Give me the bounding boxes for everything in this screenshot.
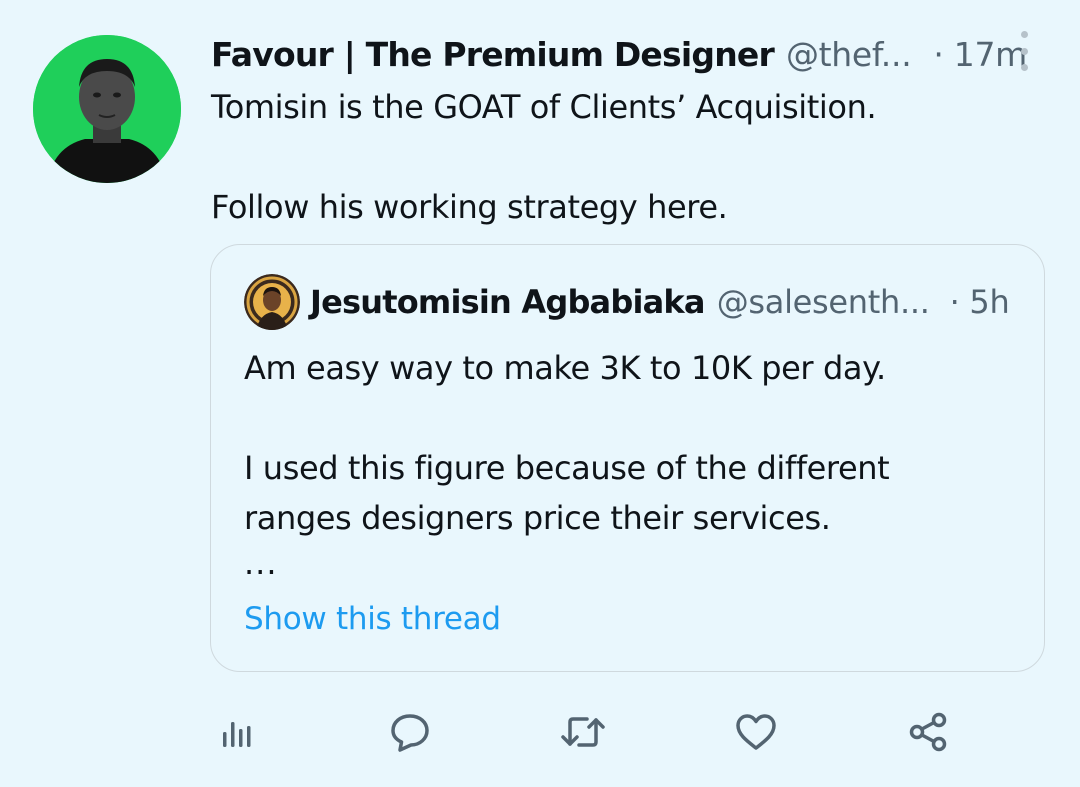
quoted-author-avatar[interactable] xyxy=(244,274,300,330)
tweet[interactable]: Favour | The Premium Designer @thef... ·… xyxy=(0,0,1080,787)
more-dot xyxy=(1020,31,1028,38)
share-icon xyxy=(909,712,947,752)
more-dot xyxy=(1020,64,1028,71)
quoted-tweet-text: Am easy way to make 3K to 10K per day. I… xyxy=(244,343,1024,583)
retweet-button[interactable] xyxy=(551,700,615,764)
retweet-icon xyxy=(561,717,605,747)
quoted-text-line: ranges designers price their services. xyxy=(244,499,831,537)
comment-icon xyxy=(391,714,429,752)
share-button[interactable] xyxy=(896,700,960,764)
bar-chart-icon xyxy=(223,722,251,747)
quoted-text-ellipsis: ... xyxy=(244,544,278,582)
tweet-text: Tomisin is the GOAT of Clients’ Acquisit… xyxy=(211,82,1051,232)
more-options-icon[interactable] xyxy=(1012,31,1036,71)
show-thread-link[interactable]: Show this thread xyxy=(244,601,501,637)
person-photo-icon xyxy=(244,274,300,330)
author-avatar[interactable] xyxy=(33,35,181,183)
more-dot xyxy=(1020,47,1028,55)
heart-icon xyxy=(736,714,776,750)
quoted-author-display-name[interactable]: Jesutomisin Agbabiaka xyxy=(310,283,705,321)
tweet-header: Favour | The Premium Designer @thef... ·… xyxy=(211,30,1051,78)
author-display-name[interactable]: Favour | The Premium Designer xyxy=(211,35,775,74)
tweet-actions-bar xyxy=(0,700,1080,764)
analytics-button[interactable] xyxy=(205,700,269,764)
quoted-tweet[interactable]: Jesutomisin Agbabiaka @salesenth... · 5h… xyxy=(210,244,1045,672)
quoted-text-line: I used this figure because of the differ… xyxy=(244,449,890,487)
author-handle[interactable]: @thef... xyxy=(786,35,912,74)
tweet-text-line: Follow his working strategy here. xyxy=(211,188,728,226)
quoted-author-handle[interactable]: @salesenth... xyxy=(717,283,930,321)
tweet-text-line: Tomisin is the GOAT of Clients’ Acquisit… xyxy=(211,88,877,126)
person-photo-icon xyxy=(33,35,181,183)
quoted-text-line: Am easy way to make 3K to 10K per day. xyxy=(244,349,886,387)
reply-button[interactable] xyxy=(378,700,442,764)
like-button[interactable] xyxy=(724,700,788,764)
quoted-tweet-header: Jesutomisin Agbabiaka @salesenth... · 5h xyxy=(310,277,1030,327)
quoted-tweet-timestamp[interactable]: · 5h xyxy=(950,283,1010,321)
